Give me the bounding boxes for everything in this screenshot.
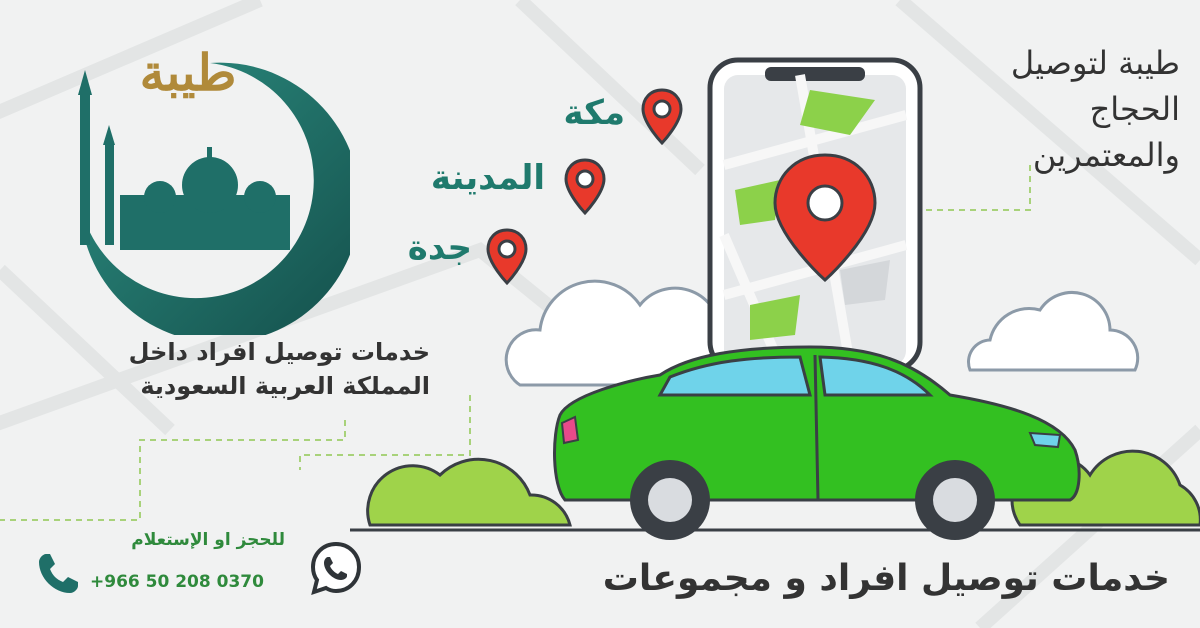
bush-left <box>366 457 572 527</box>
map-pin-icon <box>564 158 606 216</box>
smartphone <box>707 57 923 373</box>
phone-icon[interactable] <box>34 548 84 598</box>
map-pin-icon <box>641 88 683 146</box>
tagline-line-1: خدمات توصيل افراد داخل <box>128 338 430 366</box>
city-label-makkah: مكة <box>563 93 625 133</box>
whatsapp-icon[interactable] <box>308 540 364 596</box>
service-tagline: خدمات توصيل افراد داخل المملكة العربية ا… <box>20 335 430 403</box>
map-pin-icon <box>486 228 528 286</box>
city-label-jeddah: جدة <box>407 228 472 268</box>
phone-number[interactable]: +966 50 208 0370 <box>90 572 290 592</box>
cloud-right <box>967 291 1140 372</box>
city-label-madinah: المدينة <box>430 158 545 198</box>
footer-title: خدمات توصيل افراد و مجموعات <box>602 558 1170 599</box>
illustration-scene <box>350 57 1200 540</box>
tagline-line-2: المملكة العربية السعودية <box>140 372 430 400</box>
logo-text: طيبة <box>139 43 237 102</box>
booking-label: للحجز او الإستعلام <box>131 530 285 550</box>
